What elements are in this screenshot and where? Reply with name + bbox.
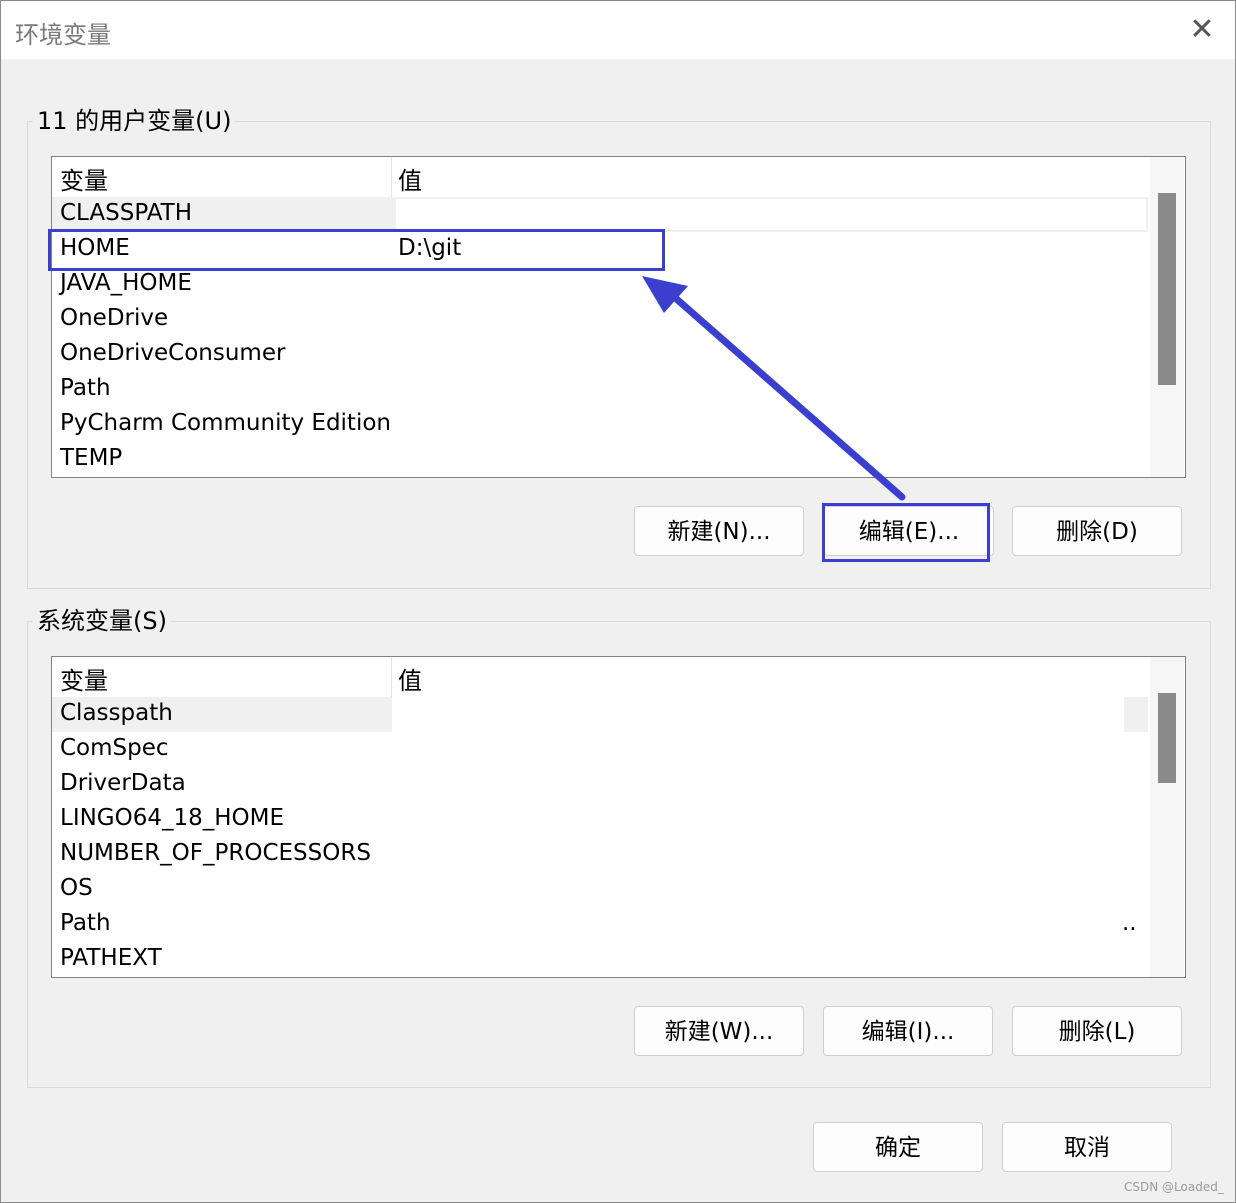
watermark: CSDN @Loaded_ [1124,1180,1224,1194]
annotation-arrow [642,276,906,501]
annotation-arrow-line [668,291,906,501]
